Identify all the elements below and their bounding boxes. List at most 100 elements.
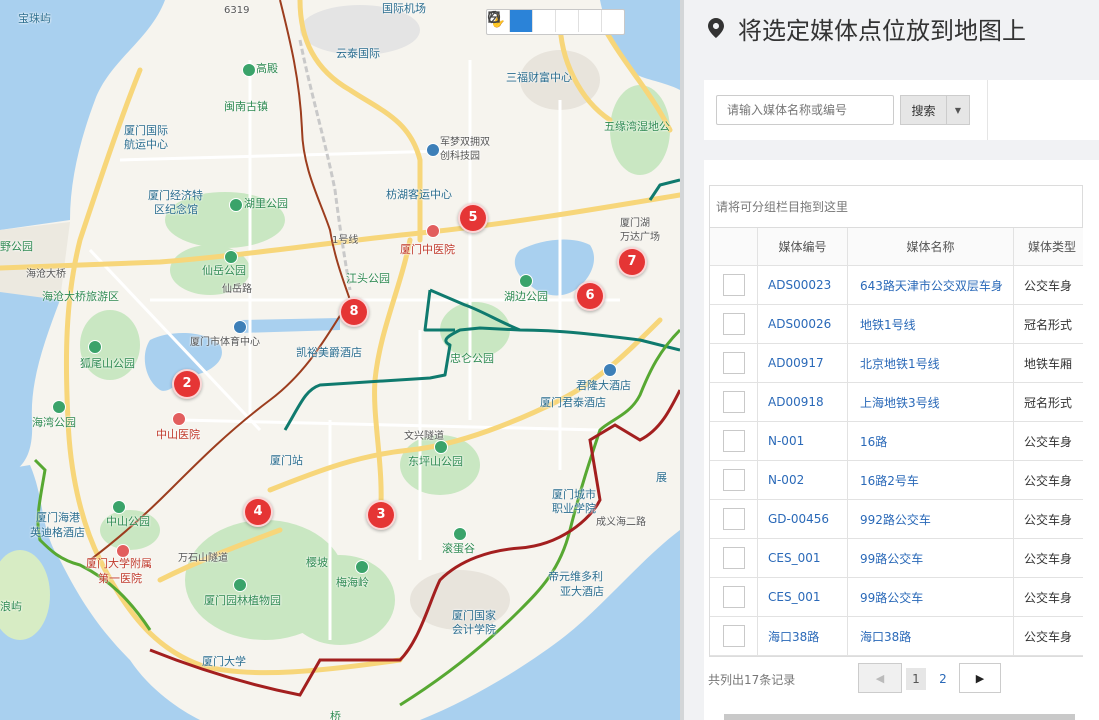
media-name-cell[interactable]: 地铁1号线 [848,305,1014,343]
building-marker-icon [603,363,617,377]
map-view[interactable]: 宝珠屿 6319 国际机场 云泰国际 三福财富中心 高殿 闽南古镇 厦门国际 航… [0,0,680,720]
map-label: 厦门湖 [620,218,650,229]
group-drop-zone[interactable]: 请将可分组栏目拖到这里 [709,185,1083,227]
media-name-cell[interactable]: 99路公交车 [848,578,1014,616]
media-name-cell[interactable]: 99路公交车 [848,539,1014,577]
row-checkbox[interactable] [722,586,745,608]
map-label: 闽南古镇 [224,100,268,113]
media-name-cell[interactable]: 16路2号车 [848,461,1014,499]
media-name-cell[interactable]: 16路 [848,422,1014,460]
table-row[interactable]: ADS00026 地铁1号线 冠名形式 [710,305,1083,344]
media-panel: 将选定媒体点位放到地图上 搜索 ▼ 请将可分组栏目拖到这里 媒体编号 媒体名称 … [684,0,1099,720]
table-row[interactable]: 海口38路 海口38路 公交车身 [710,617,1083,656]
grid-header-row: 媒体编号 媒体名称 媒体类型 [710,228,1083,266]
media-code-cell[interactable]: N-001 [758,422,848,460]
media-cluster-marker[interactable]: 5 [458,203,488,233]
map-label: 亚大酒店 [560,585,604,598]
row-checkbox[interactable] [722,625,745,647]
table-row[interactable]: GD-00456 992路公交车 公交车身 [710,500,1083,539]
media-name-cell[interactable]: 643路天津市公交双层车身 [848,266,1014,304]
park-marker-icon [229,198,243,212]
row-checkbox[interactable] [722,352,745,374]
table-row[interactable]: ADS00023 643路天津市公交双层车身 公交车身 [710,266,1083,305]
media-cluster-marker[interactable]: 3 [366,500,396,530]
media-name-cell[interactable]: 海口38路 [848,617,1014,655]
column-header-type[interactable]: 媒体类型 [1014,228,1083,265]
row-checkbox[interactable] [722,313,745,335]
media-name-cell[interactable]: 992路公交车 [848,500,1014,538]
map-draw-toolbar: ✋ [486,9,625,35]
row-checkbox[interactable] [722,391,745,413]
caret-left-icon: ◀ [875,671,885,685]
row-checkbox[interactable] [722,547,745,569]
column-header-code[interactable]: 媒体编号 [758,228,848,265]
header-select-cell[interactable] [710,228,758,265]
line-tool-icon[interactable] [489,10,624,32]
page-number[interactable]: 2 [933,668,953,690]
table-row[interactable]: N-001 16路 公交车身 [710,422,1083,461]
media-cluster-marker[interactable]: 8 [339,297,369,327]
media-cluster-marker[interactable]: 2 [172,369,202,399]
hospital-marker-icon [116,544,130,558]
search-options-dropdown[interactable]: ▼ [946,95,970,125]
map-label: 创科技园 [440,151,480,162]
table-row[interactable]: N-002 16路2号车 公交车身 [710,461,1083,500]
map-label: 6319 [224,5,250,16]
media-code-cell[interactable]: N-002 [758,461,848,499]
park-marker-icon [519,274,533,288]
media-cluster-marker[interactable]: 4 [243,497,273,527]
page-number-current[interactable]: 1 [906,668,926,690]
map-label: 野公园 [0,240,33,253]
polygon-tool-icon[interactable] [488,10,579,32]
map-label: 万石山隧道 [178,553,228,564]
row-checkbox[interactable] [722,274,745,296]
prev-page-button[interactable]: ◀ [858,663,902,693]
table-row[interactable]: CES_001 99路公交车 公交车身 [710,539,1083,578]
map-label: 厦门市体育中心 [190,337,260,348]
media-cluster-marker[interactable]: 7 [617,247,647,277]
row-checkbox[interactable] [722,469,745,491]
media-code-cell[interactable]: CES_001 [758,578,848,616]
park-marker-icon [224,250,238,264]
search-input[interactable] [716,95,894,125]
map-label: 滚蛋谷 [442,542,475,555]
table-row[interactable]: CES_001 99路公交车 公交车身 [710,578,1083,617]
table-row[interactable]: AD00918 上海地铁3号线 冠名形式 [710,383,1083,422]
map-label: 五缘湾湿地公 [604,120,670,133]
map-label: 厦门站 [270,454,303,467]
row-checkbox[interactable] [722,508,745,530]
column-header-name[interactable]: 媒体名称 [848,228,1014,265]
media-name-cell[interactable]: 上海地铁3号线 [848,383,1014,421]
media-code-cell[interactable]: ADS00023 [758,266,848,304]
media-type-cell: 公交车身 [1024,629,1073,644]
search-button[interactable]: 搜索 [900,95,946,125]
map-label: 英迪格酒店 [30,526,85,539]
map-label: 厦门经济特 [148,189,203,202]
next-page-button[interactable]: ▶ [959,663,1001,693]
media-code-cell[interactable]: AD00918 [758,383,848,421]
park-marker-icon [112,500,126,514]
map-label: 三福财富中心 [506,71,572,84]
map-pin-icon [708,18,724,38]
horizontal-scrollbar[interactable] [724,714,1075,720]
map-label: 厦门大学 [202,655,246,668]
map-label: 厦门海港 [36,511,80,524]
map-label: 枋湖客运中心 [386,188,452,201]
media-code-cell[interactable]: AD00917 [758,344,848,382]
table-row[interactable]: AD00917 北京地铁1号线 地铁车厢 [710,344,1083,383]
media-name-cell[interactable]: 北京地铁1号线 [848,344,1014,382]
rectangle-tool-icon[interactable] [488,10,602,32]
row-checkbox[interactable] [722,430,745,452]
media-code-cell[interactable]: ADS00026 [758,305,848,343]
marker-tool-icon[interactable] [487,10,533,32]
map-label: 厦门国家 [452,609,496,622]
media-cluster-marker[interactable]: 6 [575,281,605,311]
hospital-marker-icon [172,412,186,426]
media-code-cell[interactable]: CES_001 [758,539,848,577]
map-label: 中山公园 [106,515,150,528]
media-code-cell[interactable]: GD-00456 [758,500,848,538]
map-label: 文兴隧道 [404,431,444,442]
circle-tool-icon[interactable] [487,10,556,32]
media-code-cell[interactable]: 海口38路 [758,617,848,655]
map-label: 云泰国际 [336,47,380,60]
